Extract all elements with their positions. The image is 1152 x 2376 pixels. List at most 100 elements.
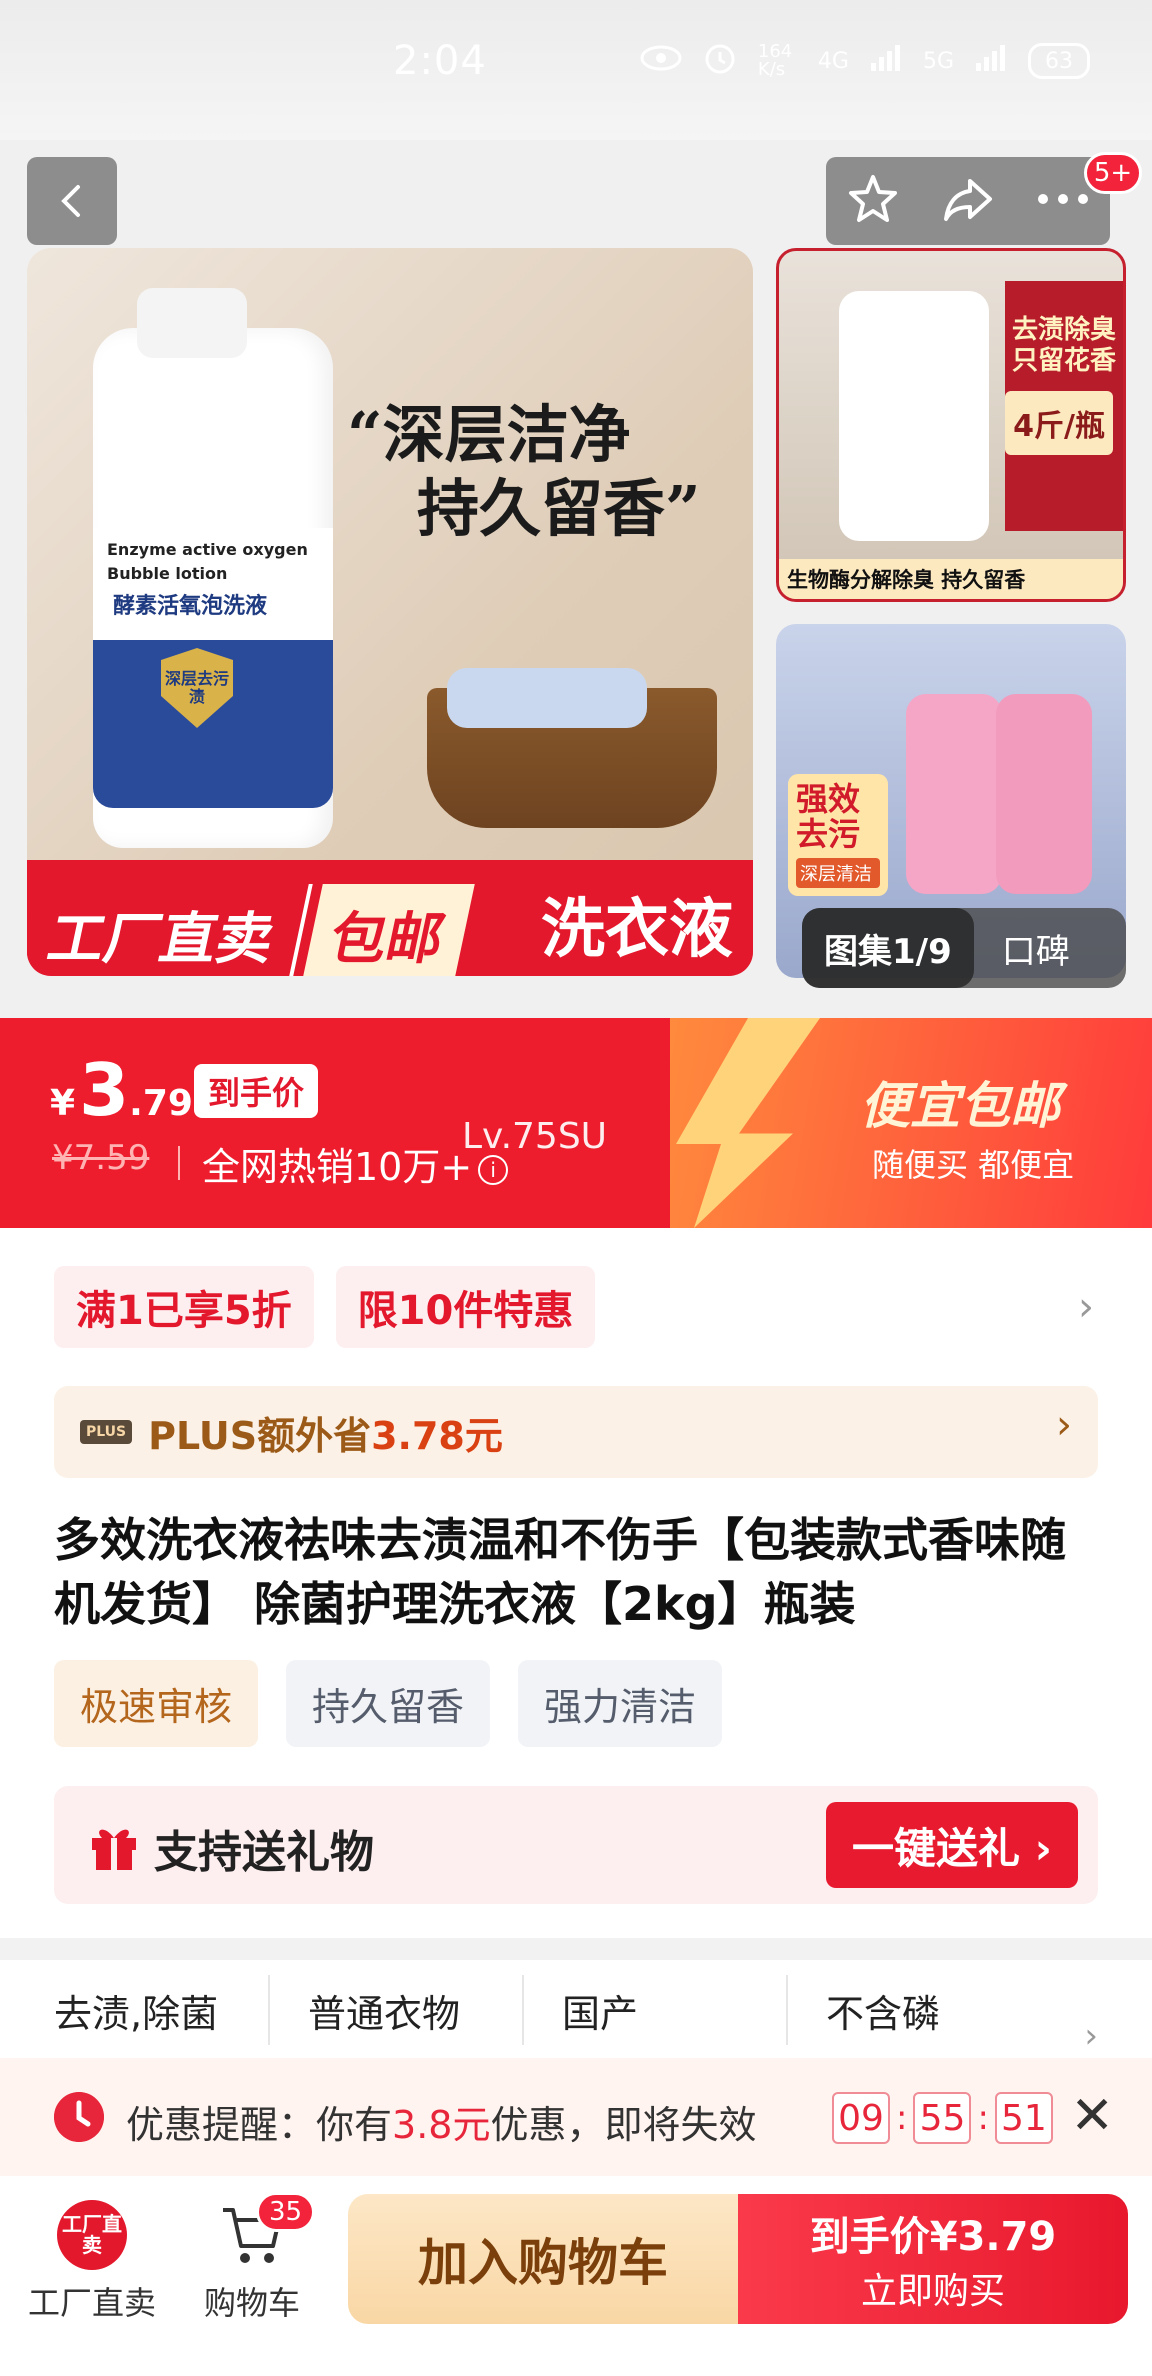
chevron-right-icon: ›: [1056, 1402, 1072, 1448]
prop-divider: [522, 1975, 524, 2045]
signal-bars-icon: [869, 43, 903, 79]
send-gift-button[interactable]: 一键送礼 ›: [826, 1802, 1078, 1888]
prop-origin: 国产: [562, 1991, 639, 2036]
countdown-timer: 09 : 55 : 51: [832, 2092, 1053, 2144]
reminder-amount: 3.8元: [392, 2103, 491, 2147]
chevron-right-icon[interactable]: ›: [1078, 1284, 1094, 1330]
main-product-image[interactable]: Enzyme active oxygen Bubble lotion 酵素活氧泡…: [27, 248, 753, 976]
more-icon[interactable]: [1035, 189, 1091, 213]
timer-minutes: 55: [913, 2092, 972, 2144]
chip-limited-offer[interactable]: 限10件特惠: [335, 1266, 596, 1348]
buy-now-button[interactable]: 到手价¥3.79 立即购买: [738, 2194, 1128, 2324]
star-icon[interactable]: [845, 171, 901, 231]
timer-hours: 09: [832, 2092, 890, 2144]
network-speed: 164 K/s: [757, 41, 793, 80]
share-icon[interactable]: [940, 171, 996, 231]
reminder-prefix: 优惠提醒：你有: [126, 2103, 393, 2147]
price-label-badge: 到手价: [194, 1064, 319, 1118]
level-watermark: Lv.75SU: [462, 1116, 608, 1157]
nav-cart-label: 购物车: [204, 2284, 301, 2322]
plus-amount: 3.78元: [371, 1413, 503, 1458]
back-button[interactable]: [27, 157, 117, 245]
tag-strong-clean: 强力清洁: [518, 1660, 723, 1747]
bottle-label: Enzyme active oxygen Bubble lotion 酵素活氧泡…: [93, 528, 333, 808]
signal-4g: 4G: [817, 48, 849, 74]
add-to-cart-button[interactable]: 加入购物车: [348, 2194, 738, 2324]
image-headline: “深层洁净 持久留香”: [347, 398, 701, 547]
plus-text: PLUS额外省3.78元: [148, 1405, 503, 1460]
gallery-counter-tab[interactable]: 图集1/9: [802, 908, 974, 988]
promo-title: 便宜包邮: [860, 1077, 1060, 1135]
plus-logo: PLUS: [80, 1420, 133, 1444]
thumb2-tag: 强效去污 深层清洁: [788, 774, 888, 897]
product-properties[interactable]: 去渍,除菌 普通衣物 国产 不含磷 ›: [0, 1960, 1152, 2060]
prop-function: 去渍,除菌: [54, 1991, 219, 2036]
prop-phosphate: 不含磷: [826, 1991, 941, 2036]
gift-bar: 支持送礼物 一键送礼 ›: [54, 1786, 1098, 1904]
bottle-cap: [137, 288, 247, 358]
gallery-switcher: 图集1/9 口碑: [802, 908, 1126, 988]
hot-sales-text: 全网热销10万+: [202, 1145, 473, 1189]
shield-badge: 深层去污渍: [161, 648, 233, 728]
price-decimal: .79: [129, 1083, 193, 1124]
discount-reminder: 优惠提醒：你有3.8元优惠，即将失效 09 : 55 : 51 ✕: [0, 2058, 1152, 2176]
gift-text: 支持送礼物: [154, 1827, 374, 1878]
top-actions: [826, 157, 1110, 245]
price-divider: [178, 1146, 180, 1180]
prop-divider: [786, 1975, 788, 2045]
clock-icon: [54, 2092, 104, 2142]
factory-tag: 工厂直卖 包邮: [27, 884, 475, 976]
signal-bars-icon: [974, 43, 1008, 79]
thumb1-title: 去渍除臭只留花香: [1011, 315, 1116, 377]
price-currency: ¥: [50, 1083, 76, 1124]
battery-icon: 63: [1028, 43, 1090, 79]
banner-text: 洗衣液: [541, 893, 733, 967]
final-price: ¥ 3 .79: [50, 1048, 193, 1132]
plus-savings-bar[interactable]: PLUS PLUS额外省3.78元 ›: [54, 1386, 1098, 1478]
reminder-text: 优惠提醒：你有3.8元优惠，即将失效: [126, 2094, 756, 2149]
nav-factory-label: 工厂直卖: [28, 2284, 157, 2322]
timer-colon: :: [896, 2098, 908, 2138]
signal-5g: 5G: [922, 48, 954, 74]
promo-subtitle: 随便买 都便宜: [872, 1146, 1075, 1184]
close-icon[interactable]: ✕: [1070, 2086, 1114, 2146]
tag-long-lasting: 持久留香: [286, 1660, 491, 1747]
status-time: 2:04: [393, 38, 487, 84]
bottle-label-line3: 酵素活氧泡洗液: [113, 594, 268, 619]
bottle-label-line1: Enzyme active oxygen: [107, 540, 308, 559]
bottom-action-bar: 工厂直卖 工厂直卖 35 购物车 加入购物车 到手价¥3.79 立即购买: [0, 2176, 1152, 2376]
reviews-tab[interactable]: 口碑: [974, 924, 1070, 973]
pink-bottle-2: [996, 694, 1092, 894]
chevron-right-icon: ›: [1084, 2016, 1098, 2056]
price-banner: ¥ 3 .79 到手价 ¥7.59 全网热销10万+ i Lv.75SU 便宜包邮…: [0, 1018, 1152, 1228]
gift-icon: [92, 1829, 136, 1870]
towel-image: [447, 668, 647, 728]
tag-fast-review: 极速审核: [54, 1660, 259, 1747]
plus-prefix: PLUS额外省: [148, 1413, 372, 1458]
product-page: 2:04 164 K/s 4G 5G 63 5+ Enzyme active o…: [0, 0, 1152, 2376]
status-bar: 2:04 164 K/s 4G 5G 63: [0, 0, 1152, 140]
prop-fabric: 普通衣物: [308, 1991, 461, 2036]
reminder-suffix: 优惠，即将失效: [490, 2103, 757, 2147]
thumb1-weight: 4斤/瓶: [1005, 391, 1113, 455]
timer-seconds: 51: [994, 2092, 1053, 2144]
price-integer: 3: [79, 1048, 130, 1132]
feature-tags: 极速审核 持久留香 强力清洁: [54, 1660, 723, 1747]
thumb2-tag-sub: 深层清洁: [796, 858, 880, 889]
buy-price: 到手价¥3.79: [809, 2214, 1057, 2260]
chip-discount[interactable]: 满1已享5折: [54, 1266, 314, 1348]
pink-bottle-1: [906, 694, 1002, 894]
buy-now-label: 立即购买: [860, 2271, 1005, 2312]
tag-factory-direct: 工厂直卖: [27, 884, 309, 976]
thumbnail-1[interactable]: 去渍除臭只留花香 4斤/瓶 生物酶分解除臭 持久留香: [776, 248, 1126, 602]
discount-chips[interactable]: 满1已享5折 限10件特惠: [54, 1266, 596, 1348]
headline-line2: 持久留香”: [417, 472, 701, 546]
nav-factory[interactable]: 工厂直卖 工厂直卖: [28, 2200, 156, 2324]
cart-count-badge: 35: [256, 2192, 316, 2232]
tag-free-shipping: 包邮: [303, 884, 475, 976]
thumb-bottle: [839, 291, 989, 541]
info-icon[interactable]: i: [478, 1154, 509, 1185]
nav-cart[interactable]: 35 购物车: [204, 2192, 316, 2324]
message-badge: 5+: [1084, 152, 1142, 194]
headline-line1: “深层洁净: [347, 398, 631, 471]
